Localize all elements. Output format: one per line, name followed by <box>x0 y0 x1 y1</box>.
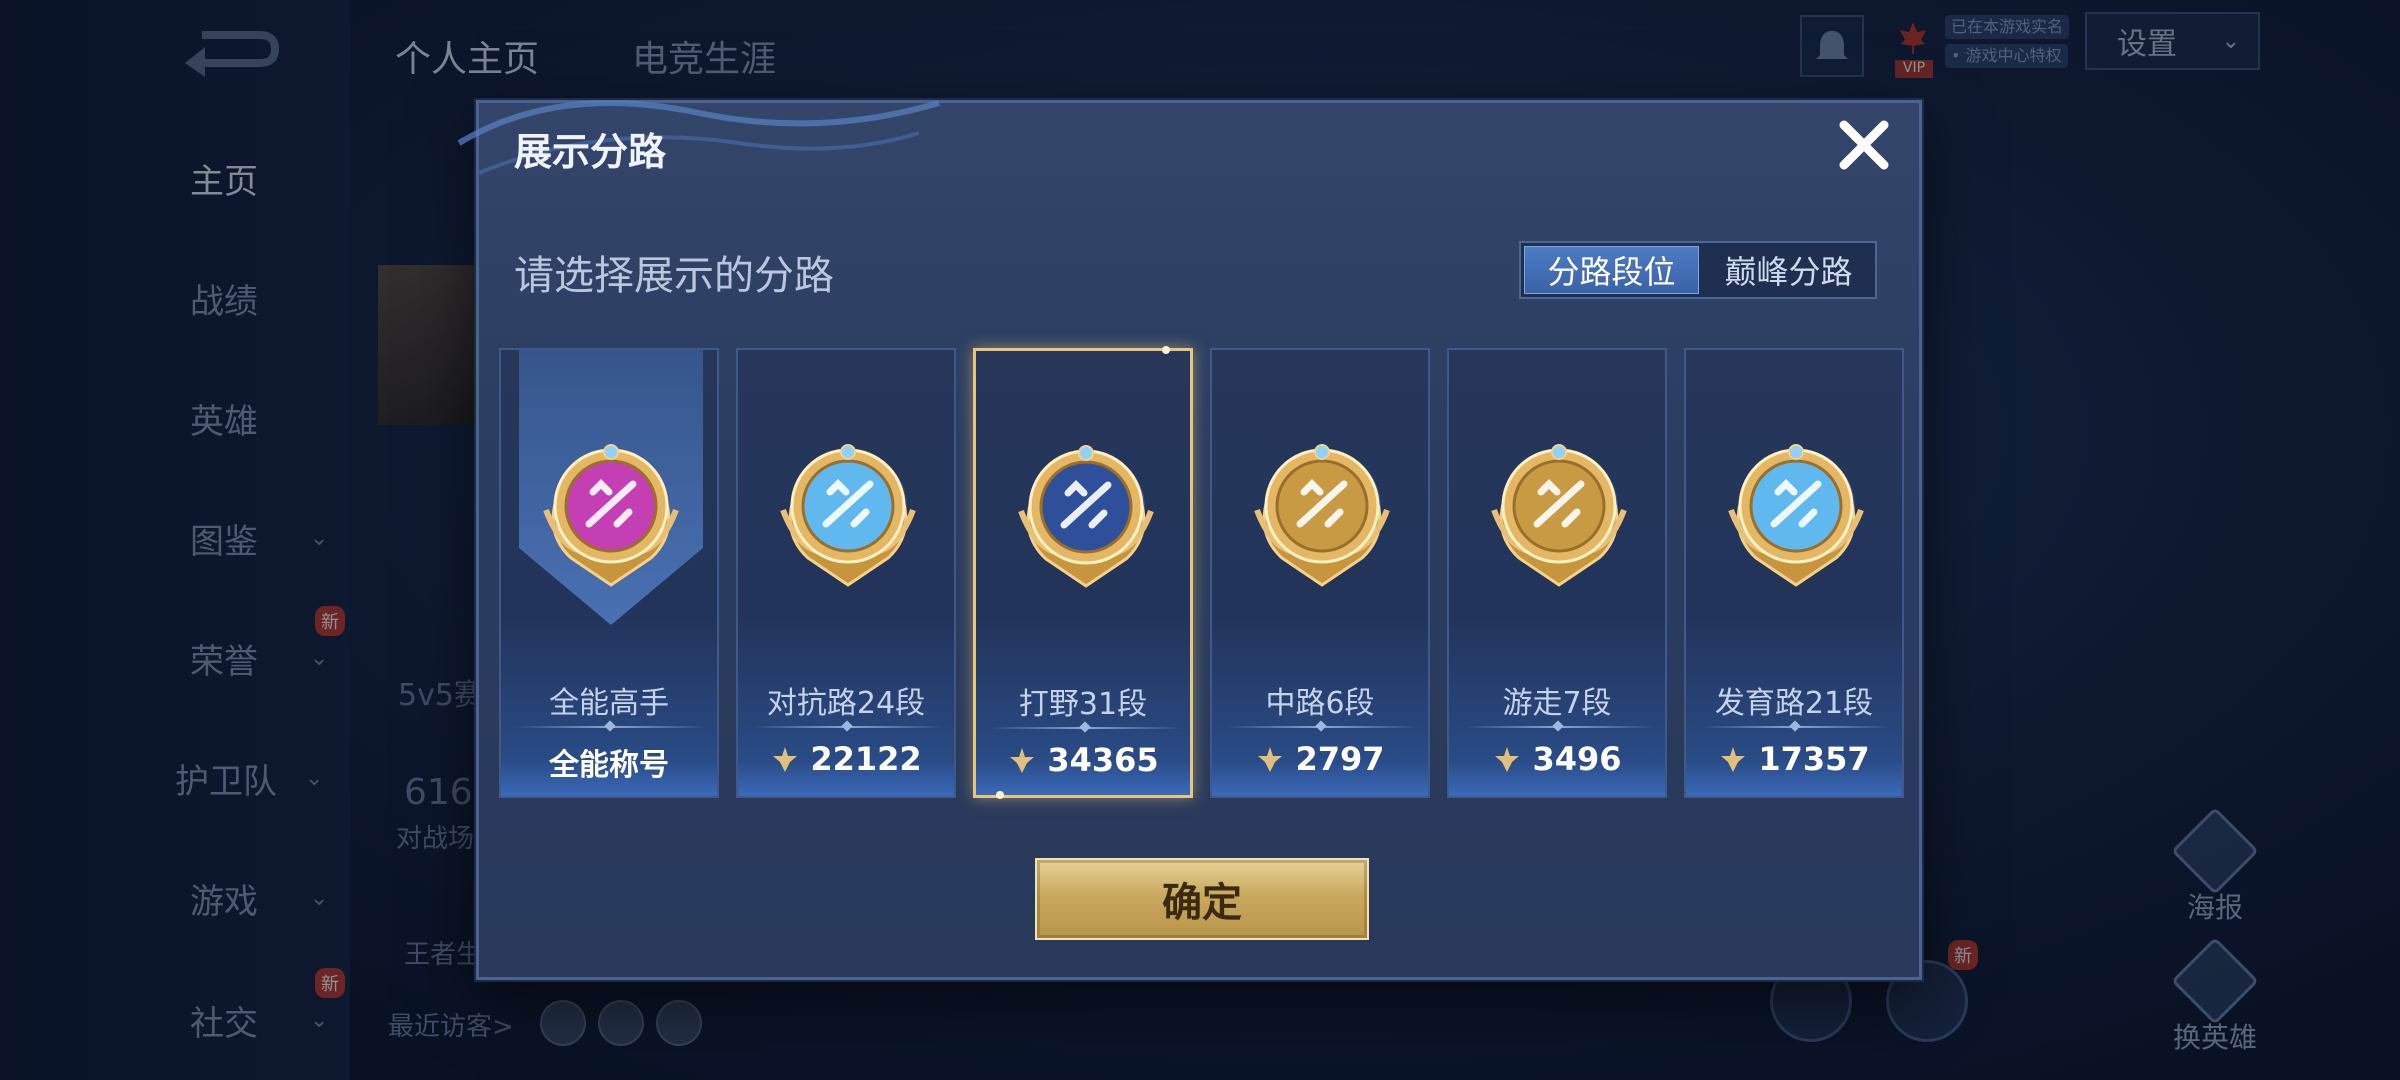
lane-score-value: 2797 <box>1295 740 1385 778</box>
lane-name: 对抗路24段 <box>766 686 926 721</box>
lane-card[interactable]: 发育路21段 17357 <box>1684 348 1904 798</box>
lane-score-value: 34365 <box>1047 741 1159 779</box>
lane-score: 2797 <box>1212 740 1428 778</box>
all-round-emblem-icon <box>543 444 679 587</box>
lane-name: 打野31段 <box>1018 687 1148 722</box>
divider <box>516 726 706 728</box>
lane-name: 发育路21段 <box>1714 686 1874 721</box>
lane-score: 17357 <box>1686 740 1902 778</box>
divider <box>753 726 943 728</box>
lane-score-value: 22122 <box>810 740 922 778</box>
dialog-title: 展示分路 <box>514 130 667 174</box>
lane-mode-toggle: 分路段位 巅峰分路 <box>1519 241 1877 299</box>
roam-emblem-icon <box>1491 444 1627 587</box>
divider <box>1701 726 1891 728</box>
jungle-emblem-icon <box>1018 445 1154 588</box>
lane-card[interactable]: 游走7段 3496 <box>1447 348 1667 798</box>
proficiency-icon <box>773 747 798 772</box>
divider <box>991 727 1181 729</box>
selection-corner <box>996 791 1004 799</box>
proficiency-icon <box>1495 747 1520 772</box>
divider <box>1227 726 1417 728</box>
proficiency-icon <box>1010 748 1035 773</box>
lane-score: 34365 <box>976 741 1190 779</box>
lane-score-value: 3496 <box>1532 740 1622 778</box>
lane-score: 22122 <box>738 740 954 778</box>
proficiency-icon <box>1721 747 1746 772</box>
lane-score: 3496 <box>1449 740 1665 778</box>
lane-score-value: 17357 <box>1758 740 1870 778</box>
clash-lane-emblem-icon <box>780 444 916 587</box>
lane-score-value: 全能称号 <box>549 748 669 783</box>
lane-score: 全能称号 <box>501 740 717 784</box>
selection-corner <box>1162 346 1170 354</box>
lane-name: 中路6段 <box>1265 686 1375 721</box>
mid-lane-emblem-icon <box>1254 444 1390 587</box>
close-icon <box>1839 120 1889 170</box>
toggle-lane-rank[interactable]: 分路段位 <box>1524 246 1699 294</box>
lane-card[interactable]: 对抗路24段 22122 <box>736 348 956 798</box>
lane-name: 全能高手 <box>549 686 669 721</box>
close-button[interactable] <box>1834 115 1894 175</box>
lane-name: 游走7段 <box>1502 686 1612 721</box>
farm-lane-emblem-icon <box>1728 444 1864 587</box>
confirm-button[interactable]: 确定 <box>1035 858 1369 940</box>
dialog-subtitle: 请选择展示的分路 <box>514 253 834 299</box>
lane-card[interactable]: 全能高手 全能称号 <box>499 348 719 798</box>
proficiency-icon <box>1258 747 1283 772</box>
divider <box>1464 726 1654 728</box>
toggle-peak-lane[interactable]: 巅峰分路 <box>1702 243 1875 297</box>
lane-card[interactable]: 打野31段 34365 <box>973 346 1193 799</box>
lane-cards: 全能高手 全能称号 对抗路24段 22122 打野31段 34365 中路6段 2797 游走7… <box>499 346 1904 800</box>
lane-card[interactable]: 中路6段 2797 <box>1210 348 1430 798</box>
lane-display-dialog: 展示分路 请选择展示的分路 分路段位 巅峰分路 全能高手 全能称号 对抗路24段 22… <box>457 100 1922 980</box>
